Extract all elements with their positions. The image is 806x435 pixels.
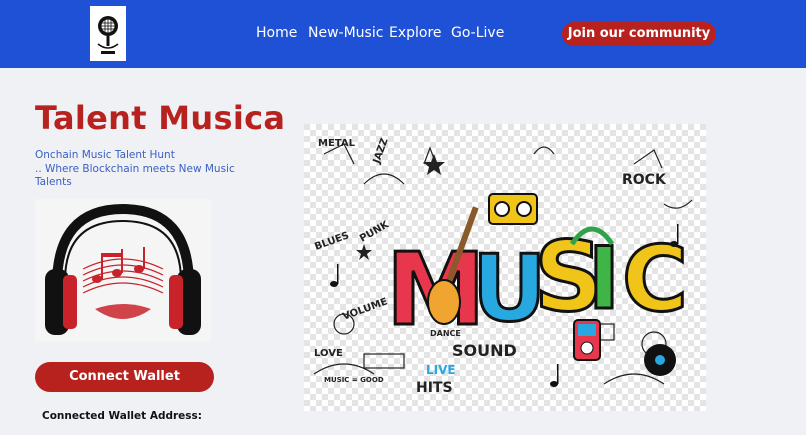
svg-text:I: I <box>588 229 620 329</box>
svg-text:LOVE: LOVE <box>314 348 343 359</box>
logo[interactable] <box>90 6 126 61</box>
svg-text:ROCK: ROCK <box>622 172 667 188</box>
nav-go-live[interactable]: Go-Live <box>451 25 504 41</box>
nav-explore[interactable]: Explore <box>389 25 442 41</box>
svg-text:LIVE: LIVE <box>426 363 456 377</box>
svg-text:SOUND: SOUND <box>452 341 517 360</box>
svg-text:MUSIC = GOOD: MUSIC = GOOD <box>324 376 384 384</box>
headphones-logo <box>35 199 211 341</box>
nav-new-music[interactable]: New-Music <box>308 25 383 41</box>
connect-wallet-button[interactable]: Connect Wallet <box>35 362 214 392</box>
svg-text:HITS: HITS <box>416 380 453 396</box>
microphone-icon <box>97 16 119 54</box>
navbar: Home New-Music Explore Go-Live Join our … <box>0 0 806 68</box>
subtitle-line-2: .. Where Blockchain meets New Music <box>35 162 235 175</box>
music-illustration: M U S I C METAL JAZZ ROCK BLUES <box>304 124 706 411</box>
subtitle-line-3: Talents <box>35 176 72 188</box>
join-community-button[interactable]: Join our community <box>562 22 716 46</box>
svg-text:DANCE: DANCE <box>430 329 461 338</box>
svg-text:METAL: METAL <box>318 138 356 149</box>
wallet-address-label: Connected Wallet Address: <box>42 410 202 422</box>
page-title: Talent Musica <box>35 99 286 137</box>
subtitle-line-1: Onchain Music Talent Hunt <box>35 149 175 161</box>
subtitle: Onchain Music Talent Hunt .. Where Block… <box>35 149 235 190</box>
nav-home[interactable]: Home <box>256 25 297 41</box>
music-doodle-art: M U S I C METAL JAZZ ROCK BLUES <box>304 124 706 411</box>
headphones-icon <box>45 203 201 335</box>
